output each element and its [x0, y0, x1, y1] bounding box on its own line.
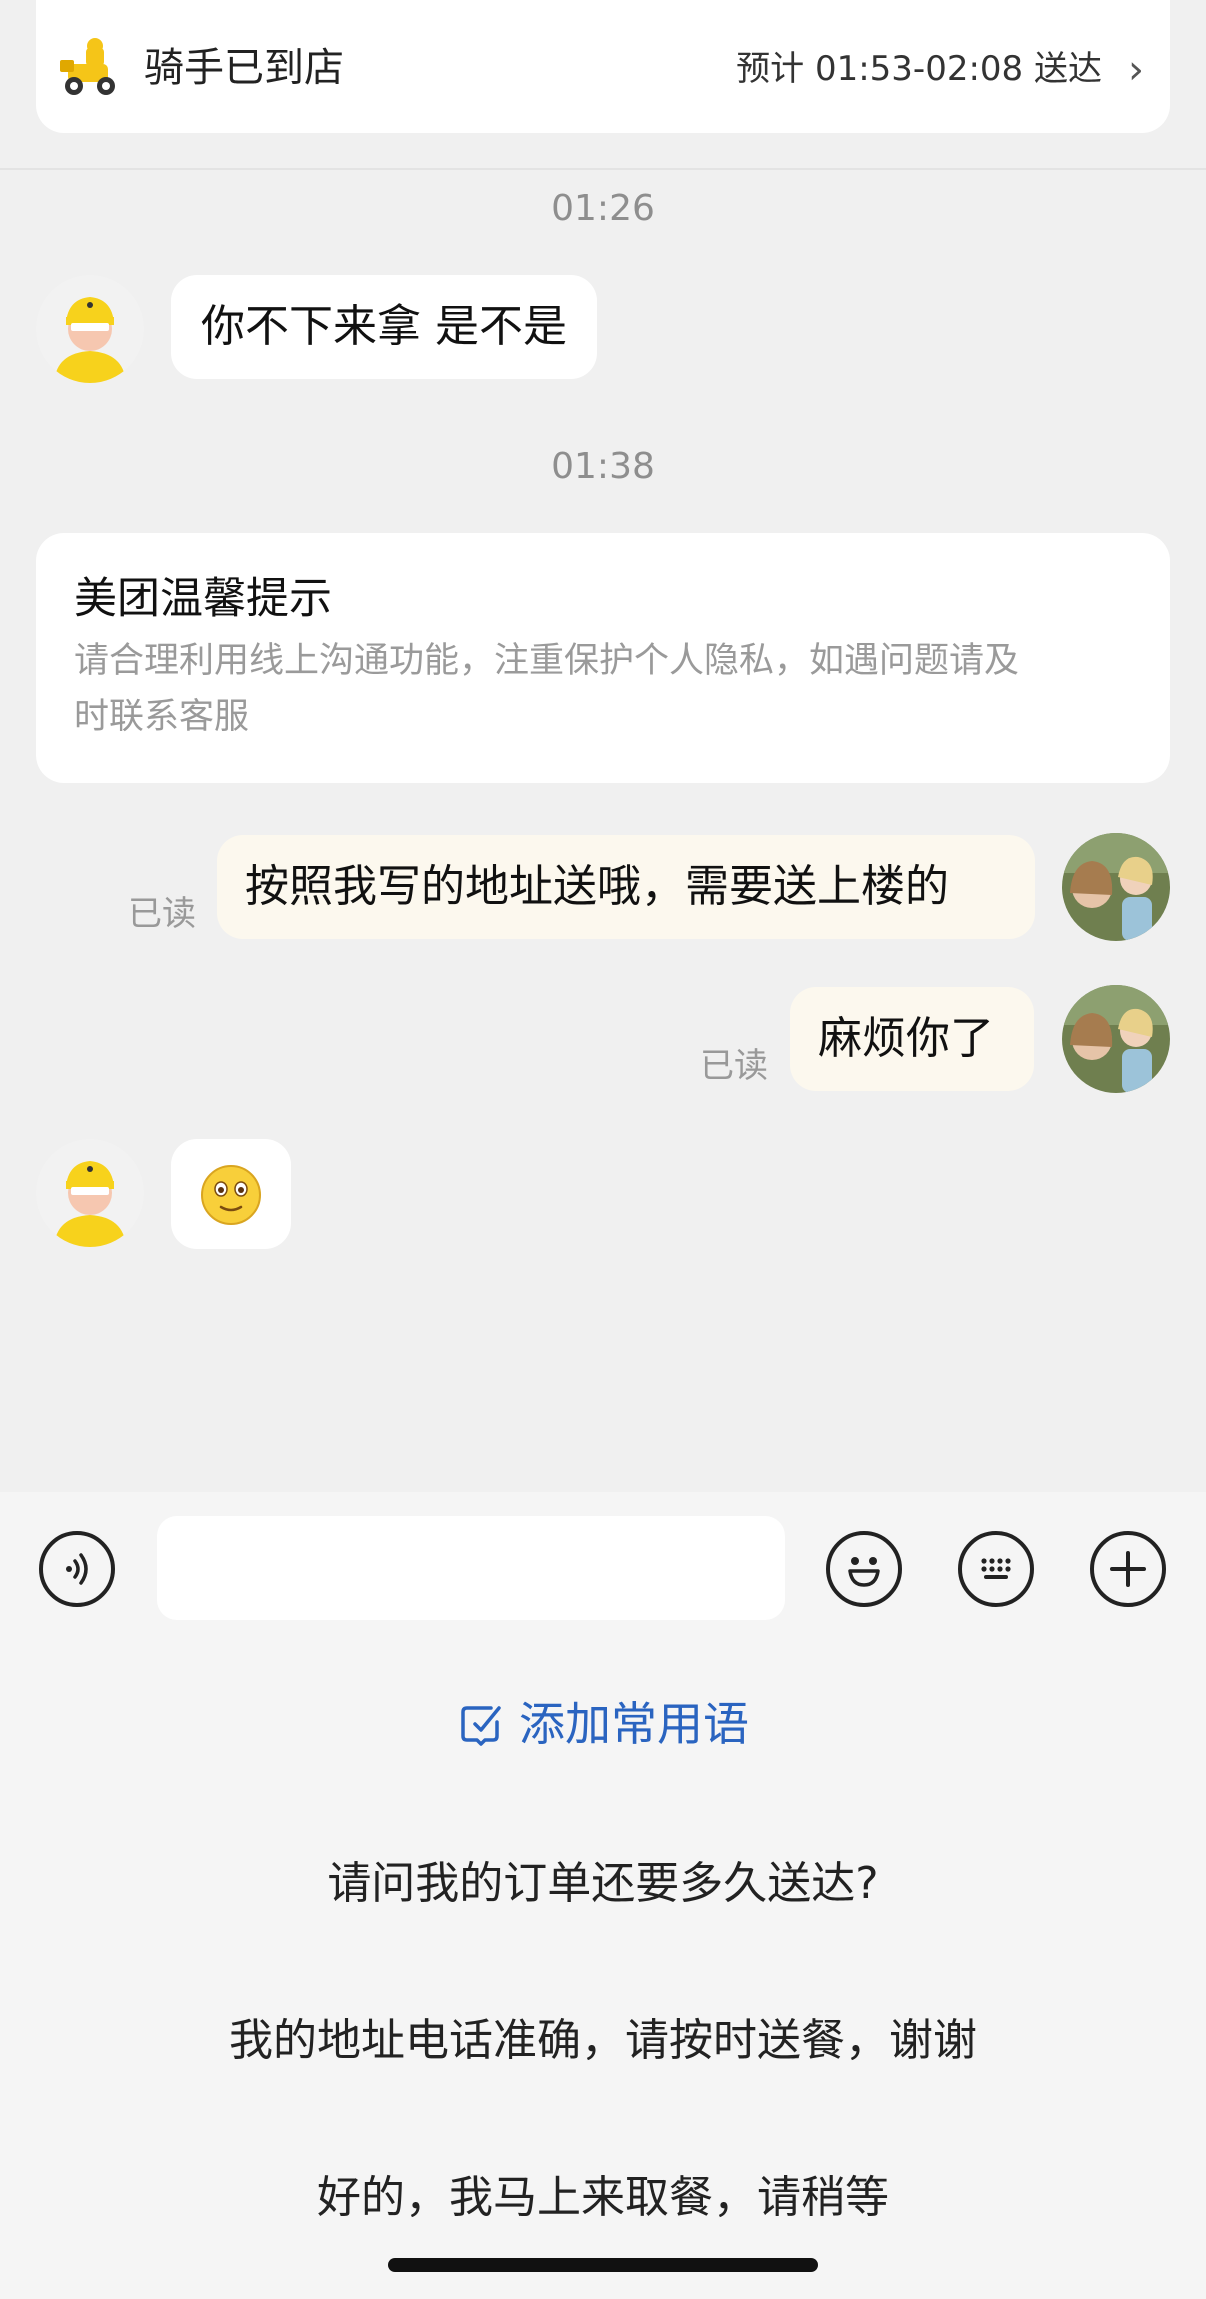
- rider-avatar[interactable]: [36, 1139, 144, 1247]
- message-text: 麻烦你了: [818, 1013, 994, 1064]
- rider-message-bubble[interactable]: 你不下来拿 是不是: [171, 275, 597, 379]
- add-phrase-label: 添加常用语: [519, 1697, 749, 1751]
- order-status-card[interactable]: 骑手已到店 预计 01:53-02:08 送达 ›: [36, 0, 1170, 133]
- rider-avatar[interactable]: [36, 275, 144, 383]
- voice-icon: [66, 1553, 88, 1585]
- quick-phrase[interactable]: 好的，我马上来取餐，请稍等: [0, 2166, 1206, 2230]
- divider: [0, 168, 1206, 170]
- my-message-bubble[interactable]: 麻烦你了: [790, 987, 1034, 1091]
- system-tip-card: 美团温馨提示 请合理利用线上沟通功能，注重保护个人隐私，如遇问题请及 时联系客服: [36, 533, 1170, 783]
- emoji-button[interactable]: [826, 1531, 902, 1607]
- timestamp: 01:26: [551, 188, 655, 229]
- my-message-bubble[interactable]: 按照我写的地址送哦，需要送上楼的: [217, 835, 1035, 939]
- chevron-right-icon: ›: [1128, 47, 1144, 93]
- rider-emoji-bubble[interactable]: [171, 1139, 291, 1249]
- keyboard-icon: [981, 1558, 1011, 1579]
- eta-text: 预计 01:53-02:08 送达: [736, 49, 1102, 89]
- quick-phrase[interactable]: 请问我的订单还要多久送达?: [0, 1852, 1206, 1916]
- read-status: 已读: [700, 1046, 768, 1086]
- message-text: 按照我写的地址送哦，需要送上楼的: [245, 861, 949, 912]
- user-avatar[interactable]: [1062, 985, 1170, 1093]
- user-avatar[interactable]: [1062, 833, 1170, 941]
- status-title: 骑手已到店: [144, 45, 344, 91]
- tip-body-line: 请合理利用线上沟通功能，注重保护个人隐私，如遇问题请及: [74, 641, 1020, 681]
- tip-body-line: 时联系客服: [74, 697, 250, 737]
- smiley-emoji-icon: [201, 1165, 261, 1225]
- more-button[interactable]: [1090, 1531, 1166, 1607]
- message-input[interactable]: [157, 1516, 785, 1620]
- message-text: 你不下来拿 是不是: [201, 301, 567, 352]
- timestamp: 01:38: [551, 446, 655, 487]
- home-indicator[interactable]: [388, 2258, 818, 2272]
- plus-icon: [1110, 1551, 1146, 1587]
- add-phrase-button[interactable]: 添加常用语: [0, 1690, 1206, 1758]
- tip-title: 美团温馨提示: [74, 574, 332, 624]
- read-status: 已读: [128, 894, 196, 934]
- keyboard-button[interactable]: [958, 1531, 1034, 1607]
- voice-button[interactable]: [39, 1531, 115, 1607]
- quick-phrase[interactable]: 我的地址电话准确，请按时送餐，谢谢: [0, 2009, 1206, 2073]
- emoji-icon: [848, 1557, 880, 1587]
- edit-icon: [461, 1706, 501, 1746]
- scooter-icon: [56, 34, 124, 102]
